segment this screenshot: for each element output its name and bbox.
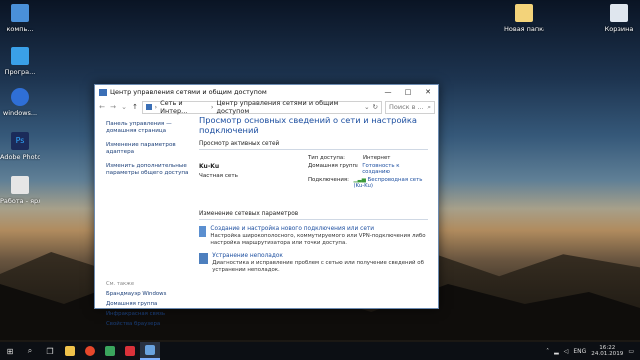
desktop-icon-windows[interactable]: windows... — [0, 88, 40, 117]
network-type-link[interactable]: Частная сеть — [199, 173, 308, 179]
network-center-icon — [99, 88, 107, 96]
desktop-icon-recycle-bin[interactable]: Корзина — [599, 4, 639, 33]
access-type-value: Интернет — [363, 155, 391, 161]
breadcrumb-network-center[interactable]: Центр управления сетями и общим доступом — [216, 99, 361, 115]
program-icon — [11, 47, 29, 65]
troubleshoot-icon — [199, 253, 209, 264]
change-network-settings-heading: Изменение сетевых параметров — [199, 205, 428, 220]
advanced-sharing-settings-link[interactable]: Изменить дополнительные параметры общего… — [106, 163, 192, 177]
control-panel-icon — [146, 104, 152, 110]
address-bar[interactable]: › Сеть и Интер... › Центр управления сет… — [142, 99, 382, 115]
breadcrumb-network-internet[interactable]: Сеть и Интер... — [160, 99, 208, 115]
network-name: Ku-Ku — [199, 163, 220, 170]
connections-label: Подключения: — [308, 177, 349, 183]
close-button[interactable]: ✕ — [418, 85, 438, 99]
notifications-icon[interactable]: ▭ — [628, 348, 634, 355]
file-explorer-icon — [65, 346, 75, 356]
search-input[interactable]: Поиск в ... ⌕ — [385, 100, 435, 114]
title-bar[interactable]: Центр управления сетями и общим доступом… — [95, 85, 438, 99]
control-panel-home-link[interactable]: Панель управления — домашняя страница — [106, 121, 192, 135]
new-connection-link[interactable]: Создание и настройка нового подключения … — [210, 226, 428, 232]
see-also-heading: См. также — [106, 281, 135, 287]
task-view-button[interactable]: ❐ — [40, 342, 60, 360]
app-icon — [105, 346, 115, 356]
see-also-homegroup-link[interactable]: Домашняя группа — [106, 301, 192, 308]
see-also-browser-properties-link[interactable]: Свойства браузера — [106, 321, 192, 328]
network-tray-icon[interactable]: ▂ — [554, 348, 559, 355]
breadcrumb-separator-icon: › — [154, 103, 158, 111]
navigation-bar: ← → ⌄ ↑ › Сеть и Интер... › Центр управл… — [95, 99, 438, 115]
search-icon: ⌕ — [27, 346, 33, 355]
taskbar-app-red[interactable] — [120, 342, 140, 360]
start-button[interactable]: ⊞ — [0, 342, 20, 360]
document-shortcut-icon — [11, 176, 29, 194]
volume-icon[interactable]: ◁ — [564, 348, 569, 355]
taskbar-file-explorer[interactable] — [60, 342, 80, 360]
network-details: Тип доступа: Интернет Домашняя группа: Гот… — [308, 155, 428, 191]
active-network-row: Ku-Ku Частная сеть Тип доступа: Интернет … — [199, 150, 428, 191]
page-title: Просмотр основных сведений о сети и наст… — [199, 115, 418, 135]
troubleshoot-description: Диагностика и исправление проблем с сеть… — [212, 260, 424, 273]
minimize-button[interactable]: — — [378, 85, 398, 99]
new-connection-icon — [199, 226, 207, 237]
language-indicator[interactable]: ENG — [573, 348, 586, 355]
clock[interactable]: 16:22 24.01.2019 — [591, 345, 623, 358]
troubleshoot-task: Устранение неполадок Диагностика и испра… — [199, 253, 428, 274]
taskbar-network-center[interactable] — [140, 342, 160, 360]
window-content: Панель управления — домашняя страница Из… — [95, 115, 438, 327]
windows-logo-icon: ⊞ — [6, 346, 14, 356]
app-icon — [125, 346, 135, 356]
desktop-icon-work-shortcut[interactable]: Работа - ярлык — [0, 176, 40, 205]
tray-expand-icon[interactable]: ˄ — [546, 348, 549, 355]
homegroup-link[interactable]: Готовность к созданию — [362, 163, 428, 175]
desktop-icon-computer[interactable]: компь... — [0, 4, 40, 33]
homegroup-label: Домашняя группа: — [308, 163, 362, 169]
search-taskbar-button[interactable]: ⌕ — [20, 342, 40, 360]
new-connection-description: Настройка широкополосного, коммутируемог… — [210, 233, 426, 246]
left-pane: Панель управления — домашняя страница Из… — [95, 115, 192, 327]
window-title: Центр управления сетями и общим доступом — [110, 88, 267, 96]
address-dropdown-icon[interactable]: ⌄ — [364, 103, 369, 111]
taskbar-app-green[interactable] — [100, 342, 120, 360]
task-view-icon: ❐ — [46, 346, 54, 356]
see-also-firewall-link[interactable]: Брандмауэр Windows — [106, 291, 192, 298]
computer-icon — [11, 4, 29, 22]
taskbar-chrome[interactable] — [80, 342, 100, 360]
desktop-icon-programs[interactable]: Програ... — [0, 47, 40, 76]
new-connection-task: Создание и настройка нового подключения … — [199, 226, 428, 247]
desktop-icon-new-folder[interactable]: Новая папка — [504, 4, 544, 33]
windows-app-icon — [11, 88, 29, 106]
main-pane: Просмотр основных сведений о сети и наст… — [192, 115, 438, 308]
see-also-infrared-link[interactable]: Инфракрасная связь — [106, 311, 192, 318]
network-center-icon — [145, 345, 155, 355]
system-tray: ˄ ▂ ◁ ENG 16:22 24.01.2019 ▭ — [546, 345, 640, 358]
folder-icon — [515, 4, 533, 22]
access-type-label: Тип доступа: — [308, 155, 345, 161]
troubleshoot-link[interactable]: Устранение неполадок — [212, 253, 428, 259]
search-icon: ⌕ — [427, 102, 431, 111]
network-center-window: Центр управления сетями и общим доступом… — [94, 84, 439, 327]
desktop-icon-photoshop[interactable]: Ps Adobe Photosh... — [0, 132, 40, 161]
wireless-connection-link[interactable]: ▁▃▅ Беспроводная сеть (Ku-Ku) — [353, 177, 428, 189]
forward-arrow-icon[interactable]: → — [109, 103, 117, 111]
recycle-bin-icon — [610, 4, 628, 22]
taskbar: ⊞ ⌕ ❐ ˄ ▂ ◁ ENG 16:22 24.01.2019 ▭ — [0, 342, 640, 360]
change-adapter-settings-link[interactable]: Изменение параметров адаптера — [106, 142, 192, 156]
recent-chevron-icon[interactable]: ⌄ — [120, 103, 128, 111]
back-arrow-icon[interactable]: ← — [98, 103, 106, 111]
active-networks-heading: Просмотр активных сетей — [199, 135, 428, 150]
refresh-icon[interactable]: ↻ — [373, 103, 378, 111]
chrome-icon — [85, 346, 95, 356]
photoshop-icon: Ps — [11, 132, 29, 150]
up-arrow-icon[interactable]: ↑ — [131, 103, 139, 111]
maximize-button[interactable]: □ — [398, 85, 418, 99]
breadcrumb-separator-icon: › — [210, 103, 214, 111]
